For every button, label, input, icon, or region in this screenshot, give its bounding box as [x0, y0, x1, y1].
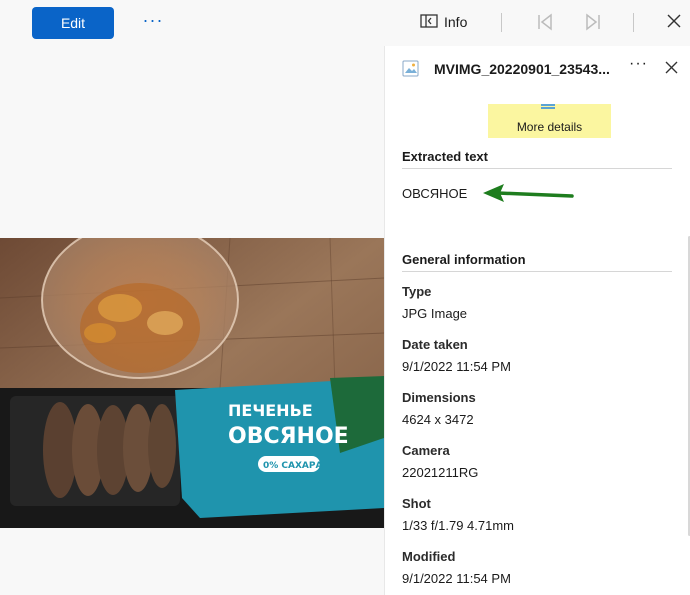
- field-label-type: Type: [402, 284, 432, 299]
- field-value-type[interactable]: JPG Image: [402, 306, 467, 321]
- file-header: MVIMG_20220901_23543... ···: [402, 55, 682, 82]
- info-panel-icon: [420, 13, 438, 31]
- extracted-text-value[interactable]: ОВСЯНОЕ: [402, 186, 467, 201]
- field-label-modified: Modified: [402, 549, 456, 564]
- field-value-date-taken[interactable]: 9/1/2022 11:54 PM: [402, 359, 511, 374]
- toolbar-divider: [501, 13, 502, 32]
- expand-handle-icon: [541, 104, 555, 106]
- field-label-dimensions: Dimensions: [402, 390, 476, 405]
- close-icon[interactable]: [667, 14, 681, 33]
- info-button[interactable]: Info: [420, 10, 467, 34]
- field-value-camera[interactable]: 22021211RG: [402, 465, 478, 480]
- image-file-icon: [402, 60, 419, 82]
- info-label: Info: [444, 14, 468, 30]
- package-text-line2: ОВСЯНОЕ: [228, 424, 349, 449]
- divider: [402, 168, 672, 169]
- more-details-button[interactable]: More details: [488, 104, 611, 138]
- package-text-line1: ПЕЧЕНЬЕ: [228, 401, 313, 420]
- general-info-heading: General information: [402, 252, 526, 267]
- field-value-modified[interactable]: 9/1/2022 11:54 PM: [402, 571, 511, 586]
- previous-icon[interactable]: [536, 11, 554, 38]
- field-value-shot[interactable]: 1/33 f/1.79 4.71mm: [402, 518, 514, 533]
- package-badge: 0% САХАРА: [263, 461, 322, 471]
- field-label-camera: Camera: [402, 443, 450, 458]
- details-panel: MVIMG_20220901_23543... ··· More details…: [384, 46, 690, 595]
- top-toolbar: Edit ··· Info: [0, 0, 690, 46]
- field-value-dimensions[interactable]: 4624 x 3472: [402, 412, 474, 427]
- more-details-label: More details: [516, 120, 583, 134]
- more-options-button[interactable]: ···: [140, 10, 166, 34]
- extracted-text-heading: Extracted text: [402, 149, 488, 164]
- toolbar-divider: [633, 13, 634, 32]
- file-name: MVIMG_20220901_23543...: [434, 61, 610, 77]
- next-icon[interactable]: [584, 11, 602, 38]
- file-more-button[interactable]: ···: [629, 55, 648, 73]
- photo-image: ПЕЧЕНЬЕ ОВСЯНОЕ 0% САХАРА: [0, 238, 384, 528]
- divider: [402, 271, 672, 272]
- photo-viewer[interactable]: ПЕЧЕНЬЕ ОВСЯНОЕ 0% САХАРА: [0, 46, 384, 595]
- annotation-arrow-icon: [483, 184, 574, 202]
- field-label-shot: Shot: [402, 496, 431, 511]
- field-label-date-taken: Date taken: [402, 337, 468, 352]
- edit-button[interactable]: Edit: [32, 7, 114, 39]
- close-panel-icon[interactable]: [665, 61, 678, 79]
